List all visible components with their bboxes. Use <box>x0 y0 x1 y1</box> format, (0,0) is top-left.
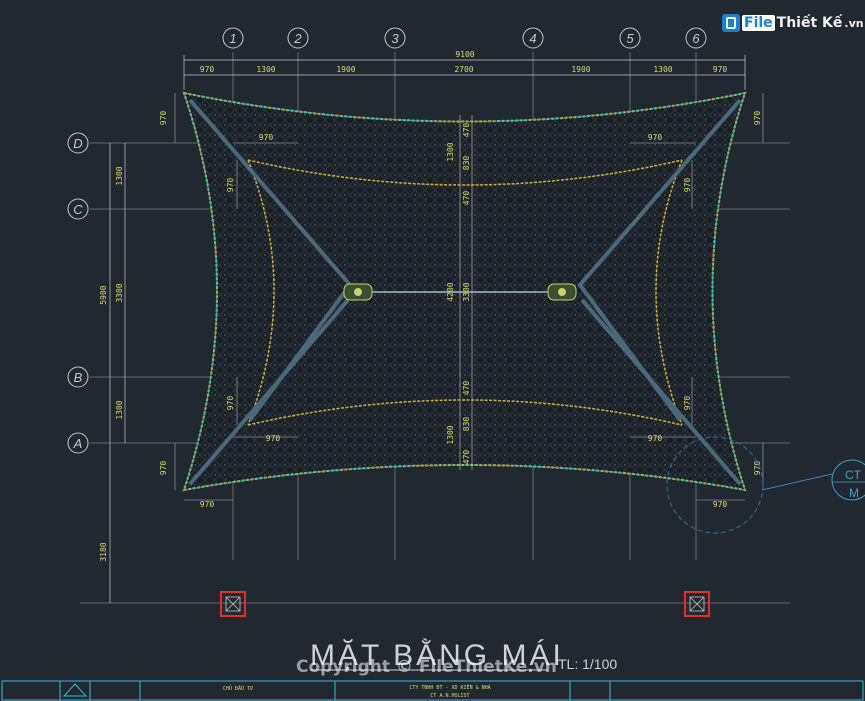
dim-corner: 970 <box>259 133 274 142</box>
dim-total: 9100 <box>455 50 474 59</box>
logo-file: File <box>742 15 775 31</box>
dim-corner: 970 <box>713 500 728 509</box>
dim-corner: 970 <box>648 133 663 142</box>
grid-label-B: B <box>74 370 83 385</box>
roof-plan-drawing: 9100 970 1300 1900 2700 1900 1300 970 59… <box>1 27 865 701</box>
dim-center: 470 <box>462 381 471 396</box>
dim-corner: 970 <box>159 461 168 476</box>
grid-bubbles-left <box>67 132 89 454</box>
dim-center: 830 <box>462 417 471 432</box>
dim-left-inner: 1300 <box>115 166 124 185</box>
site-logo: File Thiết Kế .vn <box>722 14 864 32</box>
dim-center: 470 <box>462 123 471 138</box>
dim-corner: 970 <box>159 111 168 126</box>
grid-label-2: 2 <box>293 31 302 46</box>
dim-corner: 970 <box>266 434 281 443</box>
grid-label-C: C <box>73 202 83 217</box>
grid-label-3: 3 <box>391 31 399 46</box>
dim-seg: 970 <box>200 65 215 74</box>
dim-center: 1300 <box>446 142 455 161</box>
dim-seg: 1900 <box>571 65 590 74</box>
dim-center: 470 <box>462 191 471 206</box>
left-dimension-lines <box>109 143 126 603</box>
dim-corner: 970 <box>683 396 692 411</box>
logo-icon <box>722 14 740 32</box>
column-marker-right <box>684 591 710 617</box>
logo-domain: .vn <box>844 16 864 30</box>
dim-seg: 970 <box>713 65 728 74</box>
dim-seg: 2700 <box>454 65 473 74</box>
grid-label-4: 4 <box>529 31 536 46</box>
logo-thietke: Thiết Kế <box>776 15 843 31</box>
dim-corner: 970 <box>226 396 235 411</box>
dim-left-inner: 3300 <box>115 283 124 302</box>
copyright-watermark: Copyright © FileThietKe.vn <box>296 657 557 677</box>
column-head-left <box>343 283 373 301</box>
dim-corner: 970 <box>200 500 215 509</box>
dim-center: 470 <box>462 450 471 465</box>
grid-label-D: D <box>73 136 82 151</box>
tb-owner-label: CHỦ ĐẦU TƯ <box>223 684 253 692</box>
grid-label-6: 6 <box>692 31 700 46</box>
dim-center: 3300 <box>462 282 471 301</box>
dim-seg: 1300 <box>256 65 275 74</box>
callout-code: CT <box>845 468 862 482</box>
grid-label-5: 5 <box>626 31 634 46</box>
dim-corner: 970 <box>226 178 235 193</box>
dim-left-inner: 1300 <box>115 400 124 419</box>
dim-corner: 970 <box>753 111 762 126</box>
grid-label-1: 1 <box>229 31 236 46</box>
dim-left-outer: 3180 <box>99 542 108 561</box>
column-marker-left <box>220 591 246 617</box>
dim-left-outer: 5900 <box>99 285 108 304</box>
dim-center: 4200 <box>446 282 455 301</box>
dim-seg: 1300 <box>653 65 672 74</box>
dim-center: 1300 <box>446 425 455 444</box>
dim-corner: 970 <box>648 434 663 443</box>
column-head-right <box>547 283 577 301</box>
drawing-scale: TL: 1/100 <box>558 656 617 672</box>
callout-sub: M <box>849 486 859 500</box>
tb-company-1: CTY TNHH ĐT - XD KIẾN & NHÀ <box>409 683 490 691</box>
dim-corner: 970 <box>683 178 692 193</box>
dim-seg: 1900 <box>336 65 355 74</box>
dim-corner: 970 <box>753 461 762 476</box>
grid-label-A: A <box>73 436 83 451</box>
tb-company-2: CT A.N.HOLIST <box>430 693 469 699</box>
dim-center: 830 <box>462 156 471 171</box>
